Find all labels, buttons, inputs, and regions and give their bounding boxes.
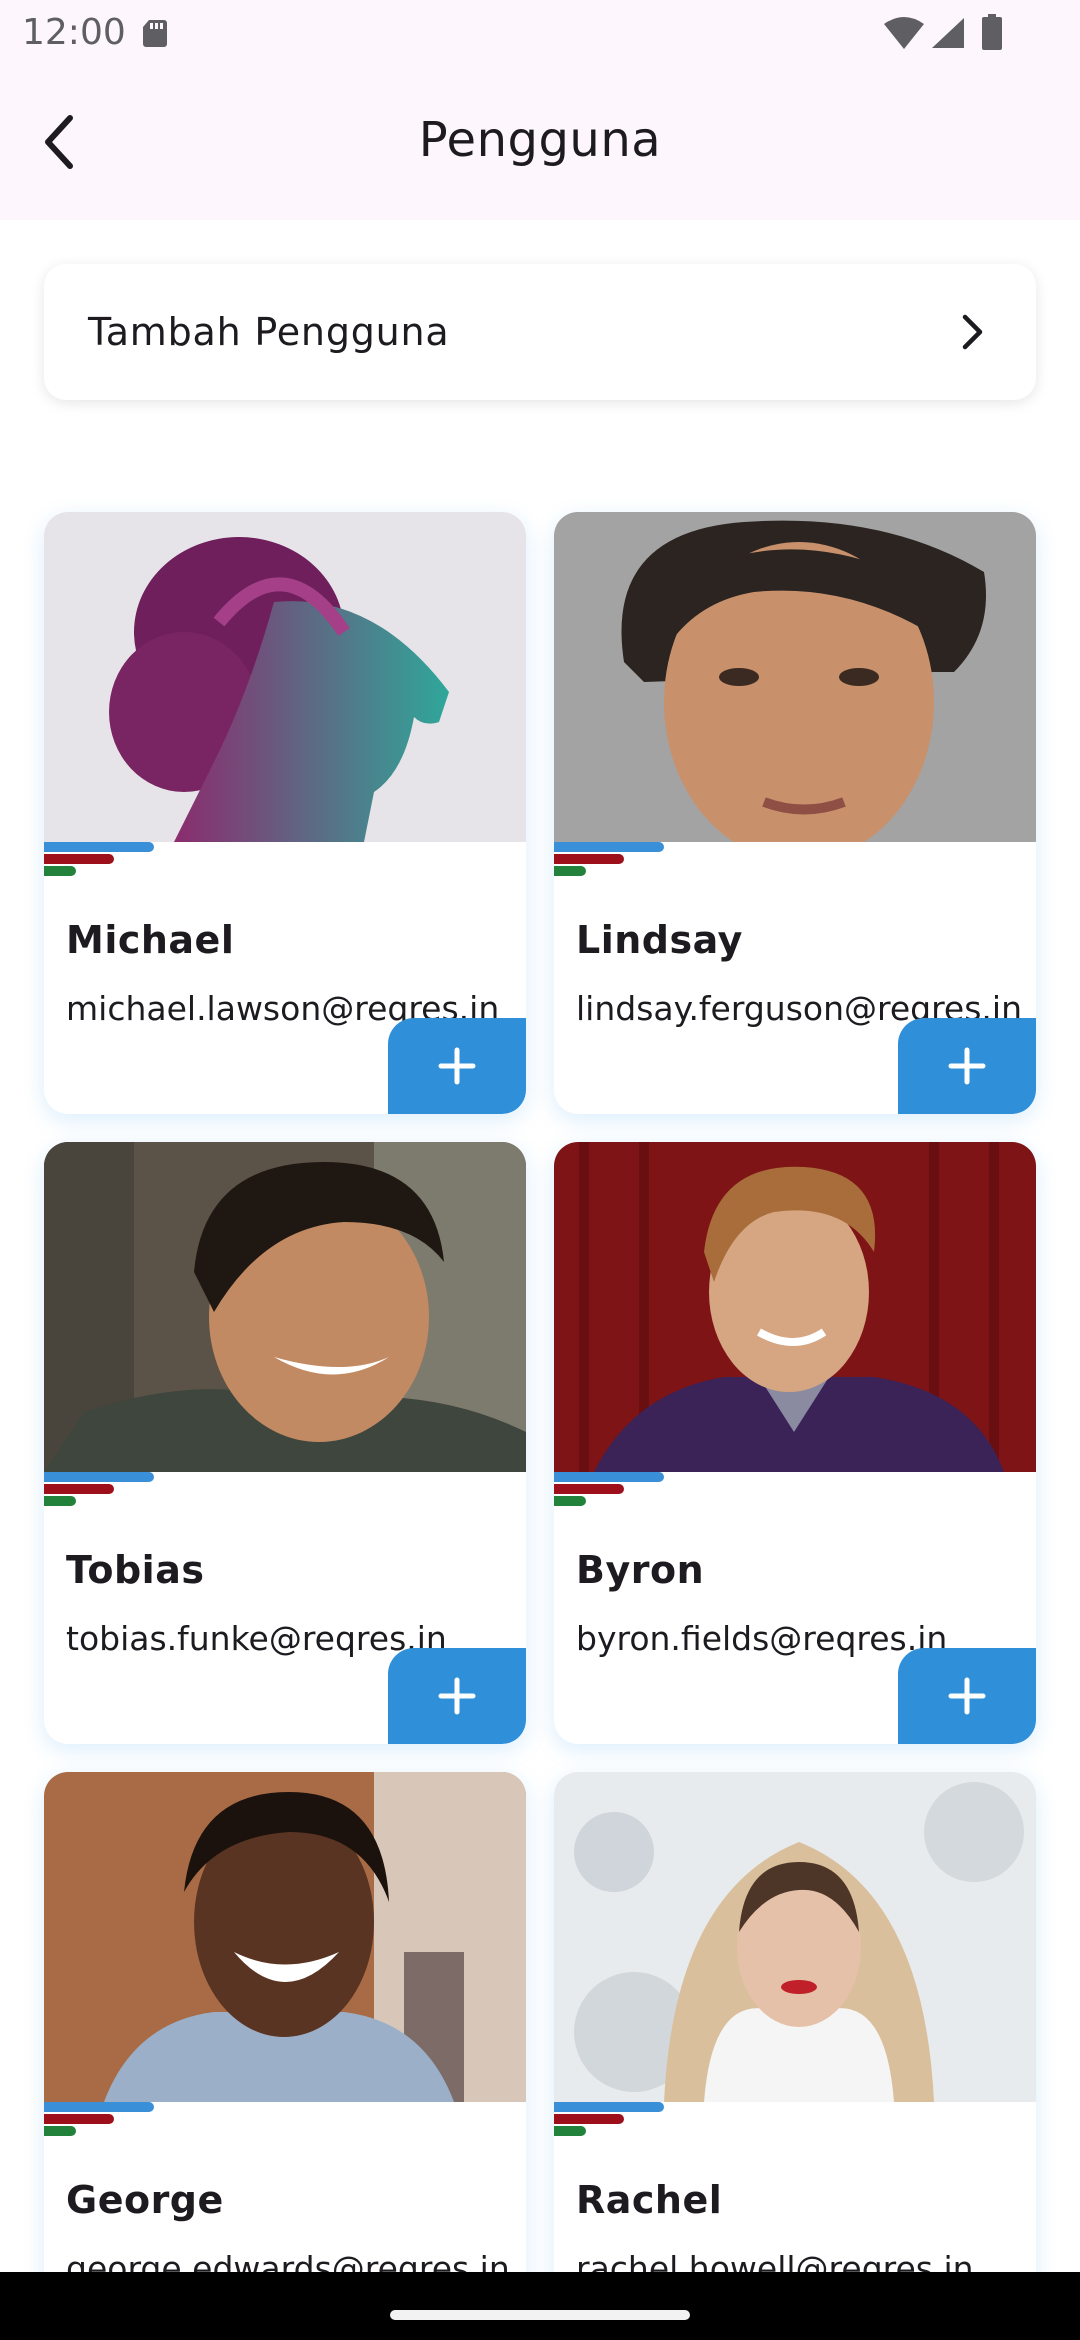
accent-bar-green: [554, 2126, 586, 2136]
accent-bar-green: [44, 866, 76, 876]
accent-bars: [44, 1472, 164, 1508]
accent-bar-green: [44, 1496, 76, 1506]
user-grid: Michael michael.lawson@reqres.in Lindsay…: [0, 0, 1080, 2340]
accent-bar-green: [554, 1496, 586, 1506]
user-photo: [554, 1772, 1036, 2102]
accent-bar-red: [44, 1484, 114, 1494]
user-card[interactable]: Byron byron.fields@reqres.in: [554, 1142, 1036, 1744]
navigation-bar: [0, 2272, 1080, 2340]
accent-bars: [44, 2102, 164, 2138]
user-photo: [44, 512, 526, 842]
user-name: Tobias: [66, 1548, 205, 1592]
accent-bars: [554, 842, 674, 878]
accent-bars: [554, 2102, 674, 2138]
screen: 12:00 Pengguna Tambah Pengguna Michael m…: [0, 0, 1080, 2340]
accent-bars: [554, 1472, 674, 1508]
user-photo: [554, 1142, 1036, 1472]
plus-icon: [948, 1677, 986, 1715]
user-card[interactable]: George george.edwards@reqres.in: [44, 1772, 526, 2340]
user-photo: [44, 1142, 526, 1472]
user-name: Michael: [66, 918, 235, 962]
user-card[interactable]: Lindsay lindsay.ferguson@reqres.in: [554, 512, 1036, 1114]
accent-bar-blue: [44, 2102, 154, 2112]
accent-bar-red: [554, 1484, 624, 1494]
user-card[interactable]: Rachel rachel.howell@reqres.in: [554, 1772, 1036, 2340]
accent-bar-green: [44, 2126, 76, 2136]
accent-bar-red: [554, 2114, 624, 2124]
user-name: Byron: [576, 1548, 705, 1592]
user-photo: [44, 1772, 526, 2102]
gesture-handle[interactable]: [390, 2310, 690, 2320]
user-photo: [554, 512, 1036, 842]
add-user-card-button[interactable]: [898, 1648, 1036, 1744]
user-name: Rachel: [576, 2178, 723, 2222]
accent-bar-red: [44, 2114, 114, 2124]
accent-bar-red: [554, 854, 624, 864]
accent-bar-blue: [44, 1472, 154, 1482]
user-name: Lindsay: [576, 918, 743, 962]
accent-bar-blue: [554, 842, 664, 852]
add-user-card-button[interactable]: [898, 1018, 1036, 1114]
plus-icon: [438, 1047, 476, 1085]
add-user-card-button[interactable]: [388, 1018, 526, 1114]
user-card[interactable]: Michael michael.lawson@reqres.in: [44, 512, 526, 1114]
plus-icon: [438, 1677, 476, 1715]
add-user-card-button[interactable]: [388, 1648, 526, 1744]
accent-bar-blue: [44, 842, 154, 852]
accent-bar-green: [554, 866, 586, 876]
plus-icon: [948, 1047, 986, 1085]
accent-bar-blue: [554, 2102, 664, 2112]
user-name: George: [66, 2178, 224, 2222]
accent-bars: [44, 842, 164, 878]
user-card[interactable]: Tobias tobias.funke@reqres.in: [44, 1142, 526, 1744]
accent-bar-blue: [554, 1472, 664, 1482]
accent-bar-red: [44, 854, 114, 864]
